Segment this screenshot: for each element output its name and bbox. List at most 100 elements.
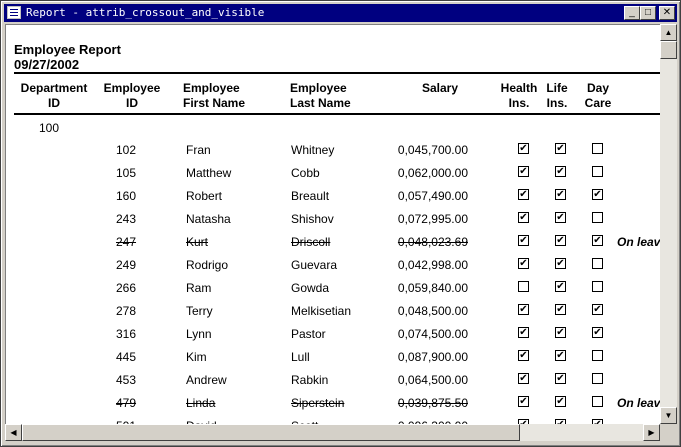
table-row: 160 Robert Breault 0,057,490.00 ✔ ✔ ✔: [6, 185, 661, 208]
day-checkbox[interactable]: [592, 350, 603, 361]
health-checkbox[interactable]: ✔: [518, 350, 529, 361]
employee-id-cell: 316: [116, 327, 137, 341]
health-checkbox[interactable]: ✔: [518, 143, 529, 154]
salary-cell: 0,087,900.00: [397, 350, 468, 364]
checkmark-icon: ✔: [519, 166, 528, 177]
last-name-cell: Shishov: [291, 212, 334, 226]
health-checkbox[interactable]: ✔: [518, 396, 529, 407]
table-row: 102 Fran Whitney 0,045,700.00 ✔ ✔: [6, 139, 661, 162]
vertical-scroll-thumb[interactable]: [660, 41, 677, 59]
report-app-icon[interactable]: [7, 6, 21, 19]
scroll-left-button[interactable]: ◀: [5, 424, 22, 441]
header-last-name: Employee Last Name: [290, 81, 351, 110]
health-checkbox[interactable]: ✔: [518, 373, 529, 384]
life-checkbox[interactable]: ✔: [555, 166, 566, 177]
life-checkbox[interactable]: ✔: [555, 350, 566, 361]
scroll-right-button[interactable]: ▶: [643, 424, 660, 441]
life-checkbox[interactable]: ✔: [555, 327, 566, 338]
health-checkbox[interactable]: ✔: [518, 235, 529, 246]
vertical-scrollbar[interactable]: ▲ ▼: [660, 24, 677, 424]
table-row: 453 Andrew Rabkin 0,064,500.00 ✔ ✔: [6, 369, 661, 392]
day-checkbox[interactable]: [592, 281, 603, 292]
checkmark-icon: ✔: [556, 212, 565, 223]
checkmark-icon: ✔: [593, 235, 602, 246]
checkmark-icon: ✔: [556, 396, 565, 407]
last-name-cell: Guevara: [291, 258, 338, 272]
life-checkbox[interactable]: ✔: [555, 212, 566, 223]
checkmark-icon: ✔: [519, 235, 528, 246]
last-name-cell: Cobb: [291, 166, 320, 180]
report-title: Employee Report: [14, 42, 121, 57]
employee-id-cell: 453: [116, 373, 137, 387]
scroll-down-button[interactable]: ▼: [660, 407, 677, 424]
last-name-cell: Pastor: [291, 327, 326, 341]
checkmark-icon: ✔: [519, 143, 528, 154]
life-checkbox[interactable]: ✔: [555, 396, 566, 407]
life-checkbox[interactable]: ✔: [555, 189, 566, 200]
first-name-cell: Andrew: [186, 373, 227, 387]
employee-id-cell: 479: [116, 396, 137, 410]
salary-cell: 0,057,490.00: [397, 189, 468, 203]
health-checkbox[interactable]: ✔: [518, 189, 529, 200]
day-checkbox[interactable]: [592, 143, 603, 154]
employee-id-cell: 266: [116, 281, 137, 295]
first-name-cell: Linda: [186, 396, 216, 410]
life-checkbox[interactable]: ✔: [555, 304, 566, 315]
day-checkbox[interactable]: ✔: [592, 235, 603, 246]
maximize-button[interactable]: □: [640, 6, 656, 20]
day-checkbox[interactable]: [592, 396, 603, 407]
last-name-cell: Rabkin: [291, 373, 329, 387]
health-checkbox[interactable]: ✔: [518, 166, 529, 177]
employee-id-cell: 249: [116, 258, 137, 272]
health-checkbox[interactable]: ✔: [518, 258, 529, 269]
life-checkbox[interactable]: ✔: [555, 143, 566, 154]
last-name-cell: Gowda: [291, 281, 330, 295]
checkmark-icon: ✔: [519, 304, 528, 315]
day-checkbox[interactable]: [592, 258, 603, 269]
day-checkbox[interactable]: [592, 212, 603, 223]
life-checkbox[interactable]: ✔: [555, 373, 566, 384]
employee-id-cell: 278: [116, 304, 137, 318]
day-checkbox[interactable]: [592, 373, 603, 384]
health-checkbox[interactable]: [518, 281, 529, 292]
horizontal-scrollbar[interactable]: ◀ ▶: [5, 424, 660, 441]
day-checkbox[interactable]: [592, 166, 603, 177]
maximize-icon: □: [644, 7, 652, 18]
first-name-cell: Lynn: [186, 327, 212, 341]
checkmark-icon: ✔: [556, 235, 565, 246]
first-name-cell: Kim: [186, 350, 207, 364]
checkmark-icon: ✔: [556, 189, 565, 200]
day-checkbox[interactable]: ✔: [592, 304, 603, 315]
leave-note: On leav: [617, 235, 661, 249]
salary-cell: 0,072,995.00: [397, 212, 468, 226]
last-name-cell: Lull: [291, 350, 310, 364]
arrow-up-icon: ▲: [664, 28, 673, 37]
horizontal-scroll-thumb[interactable]: [22, 424, 520, 441]
close-icon: ✕: [662, 7, 672, 18]
life-checkbox[interactable]: ✔: [555, 281, 566, 292]
checkmark-icon: ✔: [556, 304, 565, 315]
table-row: 316 Lynn Pastor 0,074,500.00 ✔ ✔ ✔: [6, 323, 661, 346]
minimize-button[interactable]: _: [624, 6, 640, 20]
salary-cell: 0,048,023.69: [397, 235, 468, 249]
header-life-ins: Life Ins.: [546, 81, 568, 110]
life-checkbox[interactable]: ✔: [555, 258, 566, 269]
checkmark-icon: ✔: [593, 189, 602, 200]
first-name-cell: Robert: [186, 189, 223, 203]
table-row: 479 Linda Siperstein 0,039,875.50 ✔ ✔ On leav: [6, 392, 661, 415]
salary-cell: 0,048,500.00: [397, 304, 468, 318]
day-checkbox[interactable]: ✔: [592, 189, 603, 200]
close-button[interactable]: ✕: [659, 6, 675, 20]
employee-id-cell: 445: [116, 350, 137, 364]
health-checkbox[interactable]: ✔: [518, 327, 529, 338]
health-checkbox[interactable]: ✔: [518, 304, 529, 315]
health-checkbox[interactable]: ✔: [518, 212, 529, 223]
checkmark-icon: ✔: [556, 281, 565, 292]
day-checkbox[interactable]: ✔: [592, 327, 603, 338]
title-bar[interactable]: Report - attrib_crossout_and_visible _ □…: [4, 4, 677, 22]
salary-cell: 0,074,500.00: [397, 327, 468, 341]
life-checkbox[interactable]: ✔: [555, 235, 566, 246]
employee-id-cell: 160: [116, 189, 137, 203]
checkmark-icon: ✔: [556, 166, 565, 177]
scroll-up-button[interactable]: ▲: [660, 24, 677, 41]
